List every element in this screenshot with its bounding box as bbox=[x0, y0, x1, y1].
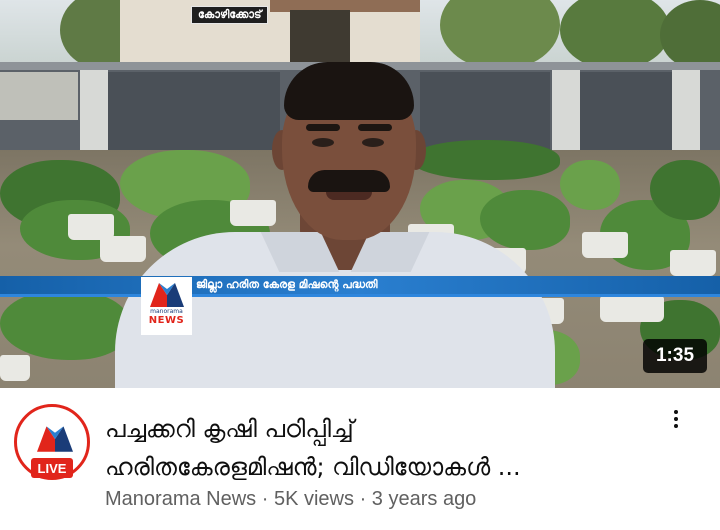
news-ticker-underline bbox=[0, 294, 720, 297]
live-badge: LIVE bbox=[31, 458, 73, 478]
presenter-brow bbox=[358, 124, 392, 131]
grow-bag bbox=[100, 236, 146, 262]
video-thumbnail[interactable]: കോഴിക്കോട് ജില്ലാ ഹരിത കേരള മിഷന്റെ പദ്ധ… bbox=[0, 0, 720, 388]
meta-separator: · bbox=[359, 488, 367, 510]
video-title-line: പച്ചക്കറി കൃഷി പഠിപ്പിച്ച് bbox=[105, 415, 354, 443]
plant bbox=[650, 160, 720, 220]
scene-house bbox=[120, 0, 420, 70]
meta-separator: · bbox=[261, 488, 269, 510]
plant bbox=[560, 160, 620, 210]
upload-age: 3 years ago bbox=[371, 488, 477, 510]
presenter-eye bbox=[362, 138, 384, 147]
video-title-line: ഹരിതകേരളമിഷൻ; വിഡിയോകൾ ... bbox=[105, 453, 521, 481]
watermark-brand: manorama bbox=[150, 308, 183, 315]
grow-bag bbox=[0, 355, 30, 381]
presenter-brow bbox=[306, 124, 340, 131]
plant bbox=[0, 290, 130, 360]
manorama-logo-icon bbox=[37, 426, 73, 452]
watermark-news: NEWS bbox=[148, 315, 185, 326]
location-tag: കോഴിക്കോട് bbox=[191, 6, 269, 24]
presenter-hair bbox=[284, 62, 414, 120]
channel-name[interactable]: Manorama News bbox=[105, 488, 256, 510]
duration-badge: 1:35 bbox=[643, 339, 707, 373]
grow-bag bbox=[600, 296, 664, 322]
presenter-mustache bbox=[308, 170, 390, 192]
video-meta: Manorama News · 5K views · 3 years ago bbox=[105, 488, 476, 511]
view-count: 5K views bbox=[273, 488, 354, 510]
presenter-mouth bbox=[326, 192, 372, 200]
grow-bag bbox=[582, 232, 628, 258]
presenter-eye bbox=[312, 138, 334, 147]
plant bbox=[480, 190, 570, 250]
news-ticker-text: ജില്ലാ ഹരിത കേരള മിഷന്റെ പദ്ധതി bbox=[196, 278, 378, 291]
more-vert-icon[interactable] bbox=[662, 404, 690, 434]
manorama-logo-icon bbox=[149, 283, 184, 307]
video-title[interactable]: പച്ചക്കറി കൃഷി പഠിപ്പിച്ച് ഹരിതകേരളമിഷൻ;… bbox=[105, 410, 645, 486]
grow-bag bbox=[670, 250, 716, 276]
channel-watermark: manorama NEWS bbox=[141, 277, 192, 335]
grow-bag bbox=[230, 200, 276, 226]
